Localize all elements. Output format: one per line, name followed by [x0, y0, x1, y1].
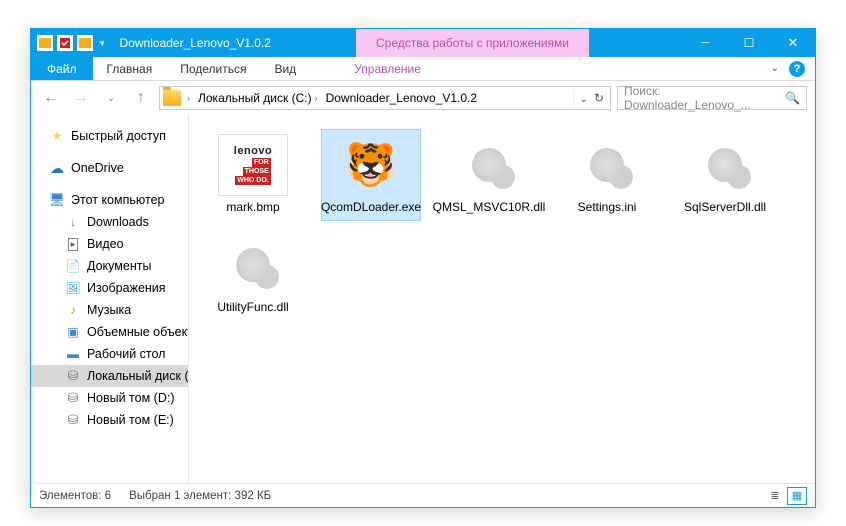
address-bar-row: ← → ⌄ ↑ › Локальный диск (C:)› Downloade…: [31, 81, 815, 115]
search-placeholder: Поиск: Downloader_Lenovo_...: [624, 84, 785, 112]
chevron-right-icon[interactable]: ›: [315, 93, 318, 103]
nav-this-pc[interactable]: Этот компьютер: [31, 189, 188, 211]
ribbon-tabs: Файл Главная Поделиться Вид Управление ⌄…: [31, 57, 815, 81]
desktop-icon: [65, 346, 81, 362]
breadcrumb-segment: Downloader_Lenovo_V1.0.2: [322, 91, 481, 105]
close-button[interactable]: [771, 29, 815, 57]
nav-quick-access[interactable]: Быстрый доступ: [31, 125, 188, 147]
file-item[interactable]: SqlServerDll.dll: [675, 129, 775, 221]
image-icon: [65, 280, 81, 296]
nav-local-disk-c[interactable]: Локальный диск (C:): [31, 365, 188, 387]
cloud-icon: [49, 160, 65, 176]
exe-icon: [336, 134, 406, 196]
recent-dropdown-icon[interactable]: ⌄: [99, 86, 123, 110]
help-icon[interactable]: ?: [789, 61, 805, 77]
music-icon: [65, 302, 81, 318]
details-view-button[interactable]: ≣: [765, 487, 785, 505]
file-name: UtilityFunc.dll: [217, 300, 288, 314]
file-name: SqlServerDll.dll: [684, 200, 766, 214]
tab-file[interactable]: Файл: [31, 57, 93, 80]
context-tab-header: Средства работы с приложениями: [356, 29, 589, 57]
new-folder-icon[interactable]: [77, 35, 93, 51]
file-name: QcomDLoader.exe: [321, 200, 421, 214]
file-item[interactable]: Settings.ini: [557, 129, 657, 221]
back-button[interactable]: ←: [39, 86, 63, 110]
breadcrumb-segment: Локальный диск (C:)›: [194, 91, 322, 105]
address-bar[interactable]: › Локальный диск (C:)› Downloader_Lenovo…: [159, 86, 611, 110]
quick-access-toolbar: ▾: [31, 35, 114, 51]
file-name: QMSL_MSVC10R.dll: [433, 200, 546, 214]
title-bar[interactable]: ▾ Downloader_Lenovo_V1.0.2 Средства рабо…: [31, 29, 815, 57]
qat-dropdown-icon[interactable]: ▾: [97, 38, 108, 49]
up-button[interactable]: ↑: [129, 86, 153, 110]
drive-icon: [65, 368, 81, 384]
nav-documents[interactable]: Документы: [31, 255, 188, 277]
drive-icon: [65, 412, 81, 428]
video-icon: [65, 236, 81, 252]
window-title: Downloader_Lenovo_V1.0.2: [114, 36, 271, 50]
nav-downloads[interactable]: Downloads: [31, 211, 188, 233]
icons-view-button[interactable]: ▦: [787, 487, 807, 505]
nav-volume-e[interactable]: Новый том (E:): [31, 409, 188, 431]
ini-icon: [572, 134, 642, 196]
file-list[interactable]: lenovo FOR THOSE WHO DO. mark.bmp QcomDL…: [189, 115, 815, 483]
nav-3d-objects[interactable]: Объемные объекты: [31, 321, 188, 343]
file-item[interactable]: QMSL_MSVC10R.dll: [439, 129, 539, 221]
document-icon: [65, 258, 81, 274]
item-count: Элементов: 6: [39, 490, 111, 502]
properties-icon[interactable]: [57, 35, 73, 51]
nav-music[interactable]: Музыка: [31, 299, 188, 321]
drive-icon: [65, 390, 81, 406]
nav-desktop[interactable]: Рабочий стол: [31, 343, 188, 365]
folder-icon: [163, 90, 181, 106]
tab-home[interactable]: Главная: [93, 57, 167, 80]
nav-videos[interactable]: Видео: [31, 233, 188, 255]
address-dropdown-icon[interactable]: ⌄: [580, 94, 594, 105]
minimize-button[interactable]: [683, 29, 727, 57]
file-item[interactable]: lenovo FOR THOSE WHO DO. mark.bmp: [203, 129, 303, 221]
status-bar: Элементов: 6 Выбран 1 элемент: 392 КБ ≣ …: [31, 483, 815, 507]
nav-onedrive[interactable]: OneDrive: [31, 157, 188, 179]
nav-volume-d[interactable]: Новый том (D:): [31, 387, 188, 409]
file-name: Settings.ini: [578, 200, 637, 214]
maximize-button[interactable]: [727, 29, 771, 57]
search-input[interactable]: Поиск: Downloader_Lenovo_... 🔍: [617, 86, 807, 110]
file-item[interactable]: UtilityFunc.dll: [203, 229, 303, 321]
navigation-pane: Быстрый доступ OneDrive Этот компьютер D…: [31, 115, 189, 483]
pc-icon: [49, 192, 65, 208]
objects-icon: [65, 324, 81, 340]
dll-icon: [690, 134, 760, 196]
dll-icon: [218, 234, 288, 296]
bmp-thumbnail: lenovo FOR THOSE WHO DO.: [218, 134, 288, 196]
chevron-right-icon[interactable]: ›: [187, 93, 190, 103]
star-icon: [49, 128, 65, 144]
download-icon: [65, 214, 81, 230]
tab-view[interactable]: Вид: [260, 57, 310, 80]
refresh-icon[interactable]: ↻: [594, 91, 604, 105]
forward-button[interactable]: →: [69, 86, 93, 110]
ribbon-collapse-icon[interactable]: ⌄: [771, 63, 779, 74]
file-name: mark.bmp: [226, 200, 279, 214]
folder-icon: [37, 35, 53, 51]
tab-share[interactable]: Поделиться: [166, 57, 260, 80]
selection-info: Выбран 1 элемент: 392 КБ: [129, 490, 271, 502]
dll-icon: [454, 134, 524, 196]
file-item-selected[interactable]: QcomDLoader.exe: [321, 129, 421, 221]
explorer-window: ▾ Downloader_Lenovo_V1.0.2 Средства рабо…: [30, 28, 816, 508]
search-icon[interactable]: 🔍: [785, 91, 800, 105]
tab-manage[interactable]: Управление: [340, 57, 435, 80]
window-controls: [683, 29, 815, 57]
nav-pictures[interactable]: Изображения: [31, 277, 188, 299]
